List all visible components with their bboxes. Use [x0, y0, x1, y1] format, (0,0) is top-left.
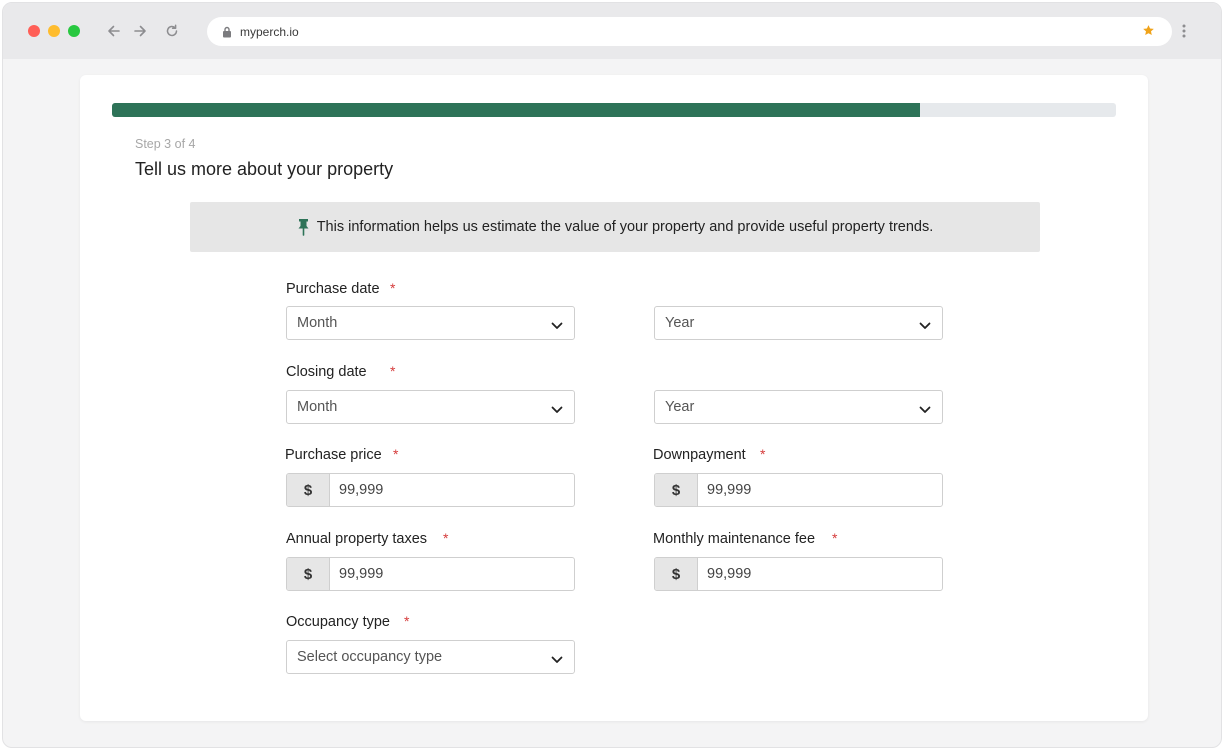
info-banner-text: This information helps us estimate the v…	[316, 219, 934, 235]
dollar-prefix: $	[287, 474, 330, 506]
step-indicator: Step 3 of 4	[135, 137, 196, 151]
chevron-down-icon	[551, 402, 563, 418]
reload-icon[interactable]	[160, 19, 184, 43]
bookmark-star-icon[interactable]	[1142, 24, 1155, 42]
closing-month-select[interactable]: Month	[286, 390, 575, 424]
form-card: Step 3 of 4 Tell us more about your prop…	[80, 75, 1148, 721]
purchase-year-value: Year	[665, 315, 695, 331]
downpayment-value: 99,999	[707, 482, 752, 498]
required-marker: *	[832, 530, 838, 546]
monthly-maintenance-fee-input[interactable]: $ 99,999	[654, 557, 943, 591]
browser-toolbar: myperch.io	[3, 3, 1221, 59]
purchase-price-input[interactable]: $ 99,999	[286, 473, 575, 507]
minimize-window-button[interactable]	[48, 25, 60, 37]
required-marker: *	[443, 530, 449, 546]
browser-window: myperch.io Step 3 of 4 Tell us more abou…	[2, 2, 1222, 748]
info-banner: This information helps us estimate the v…	[190, 202, 1040, 252]
chevron-down-icon	[551, 318, 563, 334]
url-text: myperch.io	[240, 25, 299, 39]
required-marker: *	[390, 280, 396, 296]
closing-year-select[interactable]: Year	[654, 390, 943, 424]
purchase-month-value: Month	[297, 315, 338, 331]
purchase-year-select[interactable]: Year	[654, 306, 943, 340]
occupancy-type-label: Occupancy type	[286, 614, 390, 630]
closing-year-value: Year	[665, 399, 695, 415]
dollar-prefix: $	[287, 558, 330, 590]
chevron-down-icon	[551, 652, 563, 668]
closing-month-value: Month	[297, 399, 338, 415]
browser-menu-icon[interactable]	[1181, 23, 1187, 44]
monthly-maintenance-fee-label: Monthly maintenance fee	[653, 531, 816, 547]
occupancy-type-value: Select occupancy type	[297, 649, 443, 665]
required-marker: *	[760, 446, 766, 462]
required-marker: *	[390, 363, 396, 379]
chevron-down-icon	[919, 402, 931, 418]
maximize-window-button[interactable]	[68, 25, 80, 37]
purchase-price-label: Purchase price	[285, 447, 382, 463]
annual-property-taxes-label: Annual property taxes	[286, 531, 428, 547]
pushpin-icon	[297, 218, 310, 236]
purchase-month-select[interactable]: Month	[286, 306, 575, 340]
downpayment-label: Downpayment	[653, 447, 746, 463]
dollar-prefix: $	[655, 558, 698, 590]
close-window-button[interactable]	[28, 25, 40, 37]
forward-arrow-icon[interactable]	[128, 19, 152, 43]
required-marker: *	[393, 446, 399, 462]
page-title: Tell us more about your property	[135, 159, 394, 179]
occupancy-type-select[interactable]: Select occupancy type	[286, 640, 575, 674]
lock-icon	[222, 25, 232, 43]
annual-property-taxes-input[interactable]: $ 99,999	[286, 557, 575, 591]
progress-bar	[112, 103, 1116, 117]
dollar-prefix: $	[655, 474, 698, 506]
purchase-price-value: 99,999	[339, 482, 384, 498]
downpayment-input[interactable]: $ 99,999	[654, 473, 943, 507]
annual-property-taxes-value: 99,999	[339, 566, 384, 582]
chevron-down-icon	[919, 318, 931, 334]
back-arrow-icon[interactable]	[102, 19, 126, 43]
required-marker: *	[404, 613, 410, 629]
closing-date-label: Closing date	[286, 364, 367, 380]
address-bar[interactable]: myperch.io	[207, 17, 1172, 46]
monthly-maintenance-fee-value: 99,999	[707, 566, 752, 582]
progress-fill	[112, 103, 921, 117]
purchase-date-label: Purchase date	[286, 281, 380, 297]
